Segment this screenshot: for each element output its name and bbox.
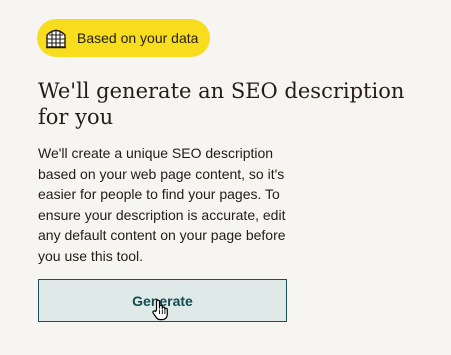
badge-label: Based on your data bbox=[77, 30, 199, 46]
description-text: We'll create a unique SEO description ba… bbox=[38, 145, 286, 264]
page-title: We'll generate an SEO description for yo… bbox=[38, 79, 405, 129]
data-badge: Based on your data bbox=[37, 19, 210, 57]
generate-button[interactable]: Generate bbox=[38, 279, 287, 322]
grid-dome-icon bbox=[42, 24, 70, 52]
